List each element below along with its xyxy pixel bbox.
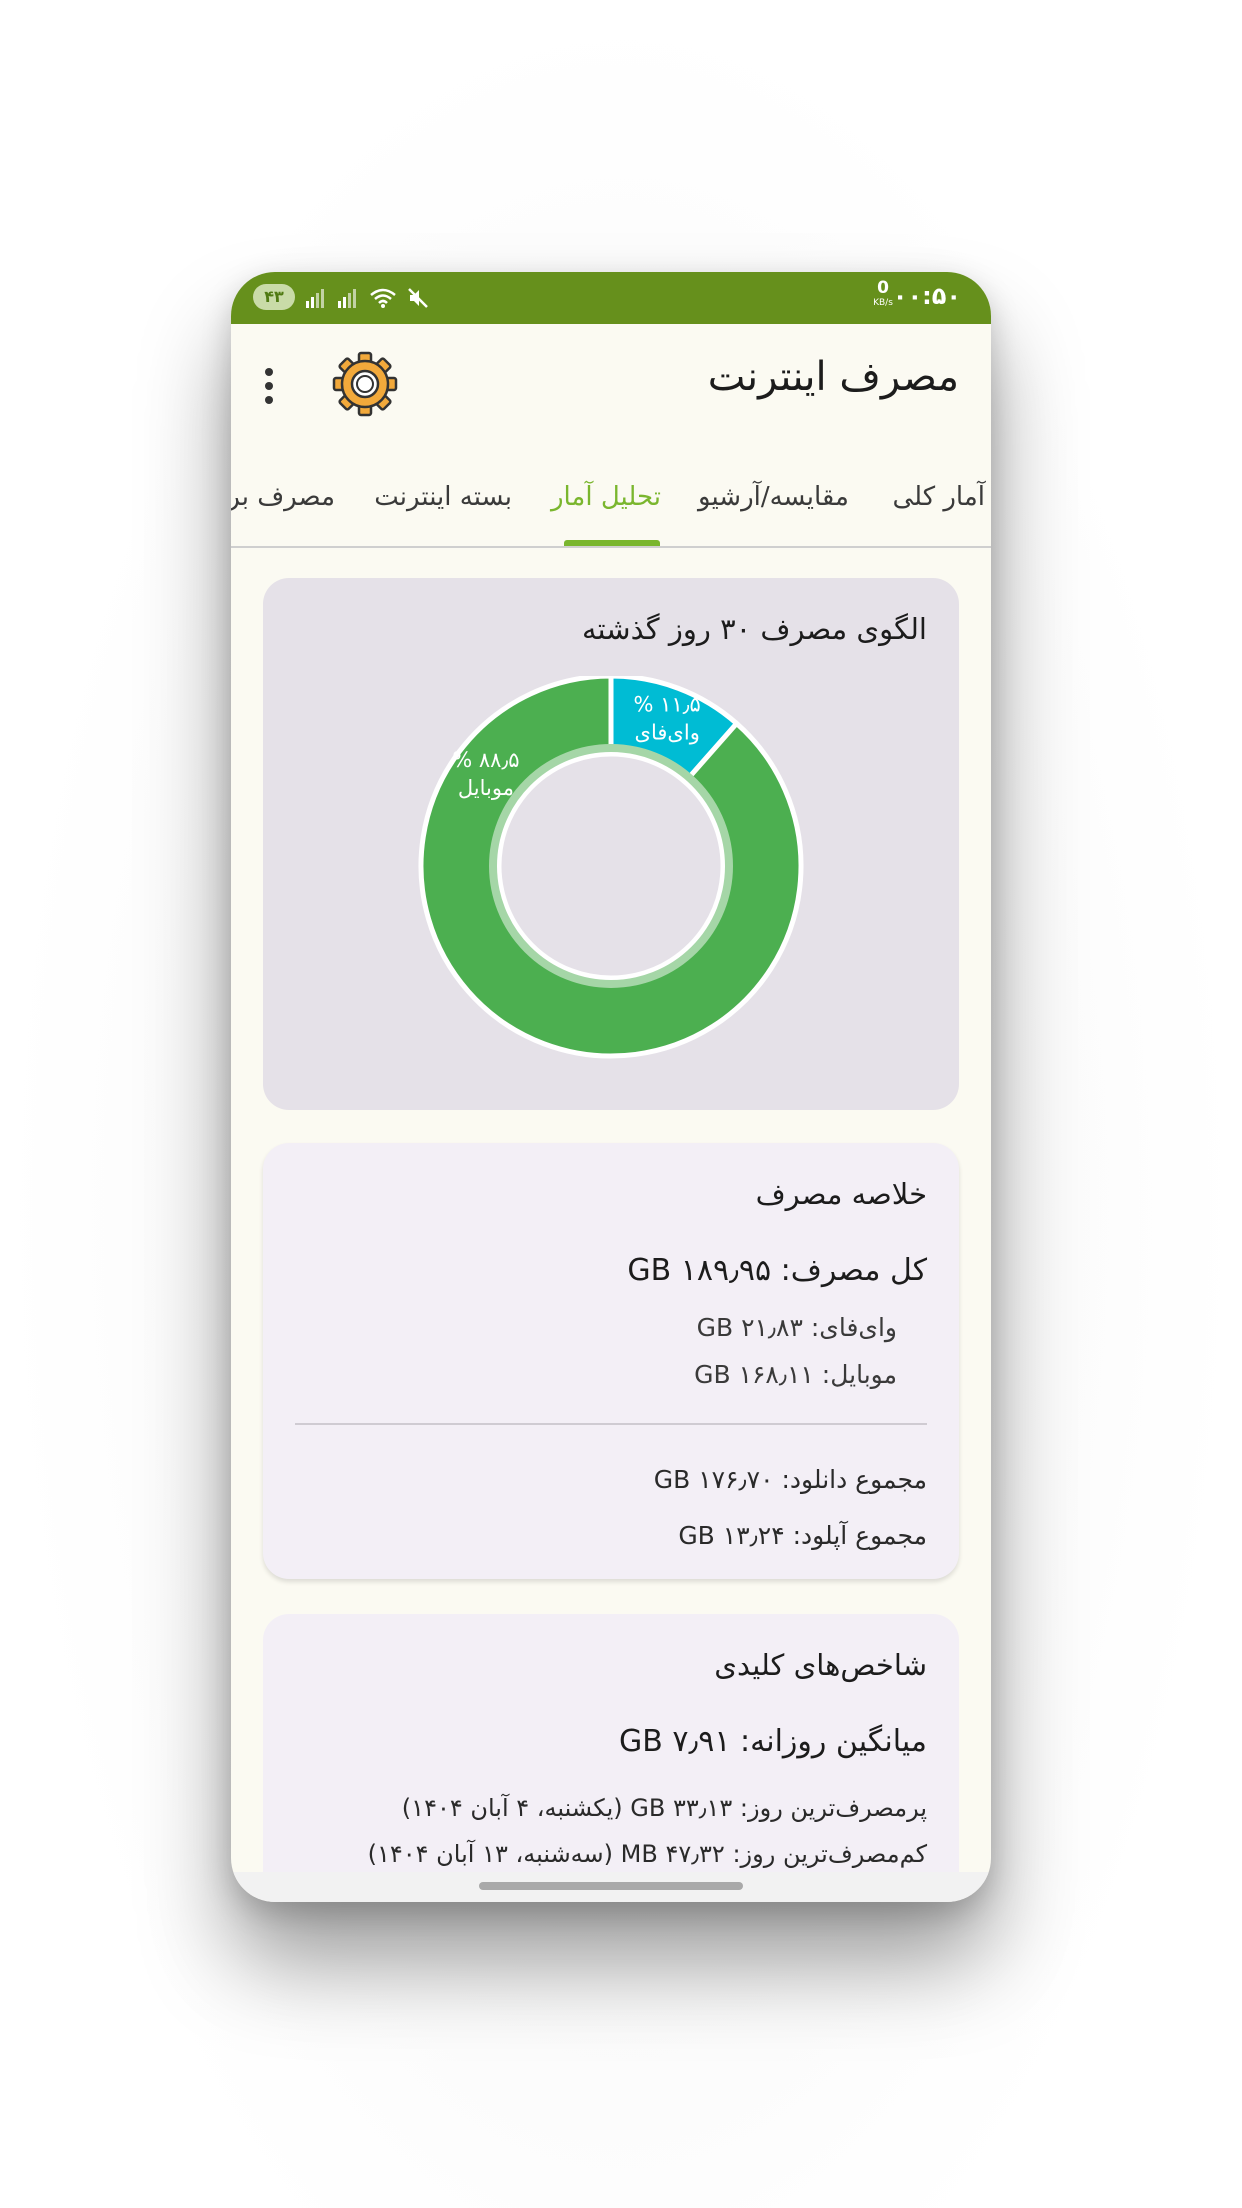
min-usage-day: کم‌مصرف‌ترین روز: ۴۷٫۳۲ MB (سه‌شنبه، ۱۳ … bbox=[367, 1840, 927, 1868]
phone-screen: ۴۳ 0 KB/s ۰۰:۵۰ مصرف اینترنت آمار کلی مق… bbox=[231, 272, 991, 1902]
active-tab-indicator bbox=[564, 540, 660, 546]
daily-average: میانگین روزانه: ۷٫۹۱ GB bbox=[619, 1724, 927, 1759]
total-upload: مجموع آپلود: ۱۳٫۲۴ GB bbox=[678, 1521, 927, 1550]
usage-summary-title: خلاصه مصرف bbox=[755, 1177, 927, 1211]
mobile-usage: موبایل: ۱۶۸٫۱۱ GB bbox=[694, 1360, 897, 1389]
system-nav-bar bbox=[231, 1872, 991, 1902]
tab-stats-analysis[interactable]: تحلیل آمار bbox=[551, 482, 661, 512]
signal-icon bbox=[305, 287, 327, 309]
status-bar: ۴۳ 0 KB/s ۰۰:۵۰ bbox=[231, 272, 991, 324]
tab-overall-stats[interactable]: آمار کلی bbox=[892, 482, 985, 512]
more-vert-icon[interactable] bbox=[261, 368, 277, 408]
donut-slice-label: موبایل bbox=[458, 776, 514, 800]
divider bbox=[295, 1423, 927, 1425]
donut-inner-ring bbox=[489, 744, 733, 988]
status-icons bbox=[305, 284, 429, 312]
total-usage: کل مصرف: ۱۸۹٫۹۵ GB bbox=[627, 1253, 927, 1288]
donut-slice-label: وای‌فای bbox=[635, 720, 700, 744]
wifi-icon bbox=[369, 287, 397, 309]
wifi-usage: وای‌فای: ۲۱٫۸۳ GB bbox=[696, 1313, 897, 1342]
status-time: ۰۰:۵۰ bbox=[892, 282, 961, 310]
usage-pattern-title: الگوی مصرف ۳۰ روز گذشته bbox=[581, 612, 927, 646]
battery-indicator: ۴۳ bbox=[253, 284, 295, 310]
donut-slice-percent: ۸۸٫۵ % bbox=[452, 748, 519, 772]
max-usage-day: پرمصرف‌ترین روز: ۳۳٫۱۳ GB (یکشنبه، ۴ آبا… bbox=[401, 1794, 927, 1822]
gear-icon[interactable] bbox=[331, 350, 399, 418]
signal-icon bbox=[337, 287, 359, 309]
key-metrics-card: شاخص‌های کلیدی میانگین روزانه: ۷٫۹۱ GB پ… bbox=[263, 1614, 959, 1878]
mute-icon bbox=[407, 287, 429, 309]
home-gesture-handle[interactable] bbox=[479, 1882, 743, 1890]
tab-compare-archive[interactable]: مقایسه/آرشیو bbox=[698, 482, 849, 512]
usage-summary-card: خلاصه مصرف کل مصرف: ۱۸۹٫۹۵ GB وای‌فای: ۲… bbox=[263, 1143, 959, 1579]
main-content[interactable]: الگوی مصرف ۳۰ روز گذشته ۱۱٫۵ % وای‌فای ۸۸٫… bbox=[231, 548, 991, 1878]
total-download: مجموع دانلود: ۱۷۶٫۷۰ GB bbox=[653, 1465, 927, 1494]
tab-bar: آمار کلی مقایسه/آرشیو تحلیل آمار بسته ای… bbox=[231, 454, 991, 548]
usage-donut-chart: ۱۱٫۵ % وای‌فای ۸۸٫۵ % موبایل bbox=[418, 676, 804, 1059]
page-title: مصرف اینترنت bbox=[707, 354, 959, 400]
usage-pattern-card: الگوی مصرف ۳۰ روز گذشته ۱۱٫۵ % وای‌فای ۸۸٫… bbox=[263, 578, 959, 1110]
tab-app-usage[interactable]: مصرف برنا bbox=[231, 482, 335, 512]
key-metrics-title: شاخص‌های کلیدی bbox=[714, 1648, 927, 1682]
tab-internet-package[interactable]: بسته اینترنت bbox=[374, 482, 512, 512]
donut-slice[interactable] bbox=[418, 676, 804, 1059]
tab-app-usage-label: مصرف برنا bbox=[231, 482, 335, 512]
donut-slice-percent: ۱۱٫۵ % bbox=[634, 692, 701, 716]
app-bar: مصرف اینترنت bbox=[231, 324, 991, 454]
